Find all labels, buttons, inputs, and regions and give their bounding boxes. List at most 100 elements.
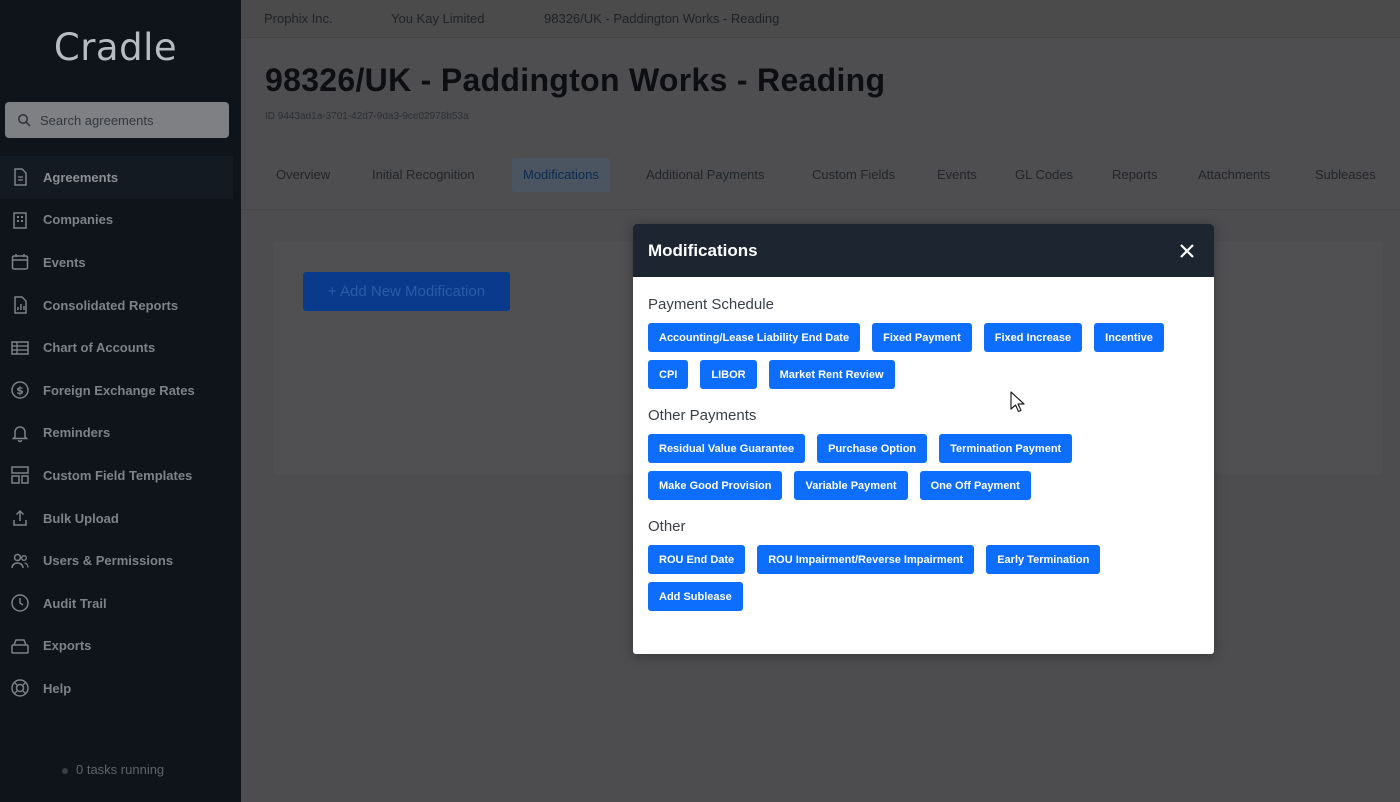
tasks-status: 0 tasks running [62,762,164,777]
sidebar-item-bulk-upload[interactable]: Bulk Upload [0,497,241,540]
modal-body: Payment Schedule Accounting/Lease Liabil… [633,277,1214,611]
add-sublease-button[interactable]: Add Sublease [648,582,743,611]
tab-custom-fields[interactable]: Custom Fields [801,158,906,192]
tab-events[interactable]: Events [926,158,988,192]
make-good-provision-button[interactable]: Make Good Provision [648,471,783,500]
section-payment-schedule: Payment Schedule Accounting/Lease Liabil… [648,296,1199,389]
variable-payment-button[interactable]: Variable Payment [794,471,908,500]
sidebar-item-label: Help [43,680,72,696]
close-button[interactable] [1176,240,1198,262]
mouse-cursor-icon [1010,391,1025,413]
accounting-lease-liability-end-date-button[interactable]: Accounting/Lease Liability End Date [648,323,861,352]
sidebar-item-reminders[interactable]: Reminders [0,412,241,455]
template-icon [11,466,29,485]
dollar-icon: $ [11,381,29,400]
breadcrumb: Prophix Inc. You Kay Limited 98326/UK - … [241,0,1400,38]
table-icon [11,340,29,355]
users-icon [11,553,29,568]
tab-additional-payments[interactable]: Additional Payments [635,158,776,192]
sidebar-item-label: Chart of Accounts [43,340,156,356]
breadcrumb-item[interactable]: Prophix Inc. [264,11,333,26]
sidebar-item-label: Events [43,254,86,270]
residual-value-guarantee-button[interactable]: Residual Value Guarantee [648,434,806,463]
section-other-payments: Other Payments Residual Value Guarantee … [648,407,1199,500]
building-icon [13,212,27,229]
tab-subleases[interactable]: Subleases [1304,158,1387,192]
section-title: Payment Schedule [648,296,774,313]
incentive-button[interactable]: Incentive [1094,323,1164,352]
sidebar-item-label: Bulk Upload [43,510,119,526]
tasks-status-text: 0 tasks running [76,762,165,777]
libor-button[interactable]: LIBOR [700,360,757,389]
page-id: ID 9443ad1a-3701-42d7-9da3-9ce02978b53a [265,111,469,122]
section-other: Other ROU End Date ROU Impairment/Revers… [648,518,1199,611]
sidebar-item-label: Exports [43,638,92,654]
svg-text:$: $ [16,384,24,397]
page-header: 98326/UK - Paddington Works - Reading ID… [241,38,1400,210]
purchase-option-button[interactable]: Purchase Option [817,434,928,463]
search-box[interactable] [5,102,229,138]
calendar-icon [11,254,29,271]
clock-icon [11,594,29,612]
sidebar-item-events[interactable]: Events [0,241,241,284]
breadcrumb-item[interactable]: 98326/UK - Paddington Works - Reading [544,11,779,26]
section-title: Other [648,518,686,535]
one-off-payment-button[interactable]: One Off Payment [919,471,1031,500]
button-group: ROU End Date ROU Impairment/Reverse Impa… [648,545,1188,611]
sidebar-item-exports[interactable]: Exports [0,625,241,668]
document-icon [14,168,27,187]
upload-icon [13,509,27,526]
sidebar-item-label: Custom Field Templates [43,467,193,483]
report-icon [14,296,27,314]
status-dot [62,767,68,774]
modal-title: Modifications [648,240,758,260]
sidebar-item-label: Foreign Exchange Rates [43,382,195,398]
sidebar-item-companies[interactable]: Companies [0,199,241,242]
close-icon [1180,243,1194,258]
sidebar-item-foreign-exchange-rates[interactable]: $ Foreign Exchange Rates [0,369,241,412]
modifications-modal: Modifications Payment Schedule Accountin… [633,224,1214,654]
sidebar-item-help[interactable]: Help [0,667,241,710]
bell-icon [11,426,29,443]
tab-initial-recognition[interactable]: Initial Recognition [361,158,486,192]
sidebar-item-label: Agreements [43,169,119,185]
sidebar-item-label: Reminders [43,425,111,441]
tab-gl-codes[interactable]: GL Codes [1004,158,1084,192]
sidebar-item-audit-trail[interactable]: Audit Trail [0,582,241,625]
archive-icon [11,639,29,654]
page-title: 98326/UK - Paddington Works - Reading [265,62,886,98]
termination-payment-button[interactable]: Termination Payment [939,434,1073,463]
button-group: Residual Value Guarantee Purchase Option… [648,434,1188,500]
lifebuoy-icon [11,679,29,698]
app-logo[interactable]: Cradle [0,26,231,69]
sidebar-item-label: Audit Trail [43,595,107,611]
search-icon [18,114,31,127]
early-termination-button[interactable]: Early Termination [986,545,1101,574]
section-title: Other Payments [648,407,757,424]
sidebar-item-consolidated-reports[interactable]: Consolidated Reports [0,284,241,327]
tab-reports[interactable]: Reports [1101,158,1169,192]
sidebar-item-chart-of-accounts[interactable]: Chart of Accounts [0,326,241,369]
sidebar: Cradle Agreements Companies Events Conso… [0,0,241,802]
sidebar-item-users-permissions[interactable]: Users & Permissions [0,539,241,582]
market-rent-review-button[interactable]: Market Rent Review [768,360,895,389]
rou-end-date-button[interactable]: ROU End Date [648,545,746,574]
breadcrumb-item[interactable]: You Kay Limited [391,11,484,26]
modal-header: Modifications [633,224,1214,277]
sidebar-nav: Agreements Companies Events Consolidated… [0,156,241,710]
search-input[interactable] [40,112,220,128]
fixed-increase-button[interactable]: Fixed Increase [983,323,1083,352]
rou-impairment-button[interactable]: ROU Impairment/Reverse Impairment [757,545,975,574]
sidebar-item-label: Users & Permissions [43,553,174,569]
sidebar-item-label: Consolidated Reports [43,297,179,313]
add-new-modification-button[interactable]: + Add New Modification [303,272,510,311]
sidebar-item-custom-field-templates[interactable]: Custom Field Templates [0,454,241,497]
sidebar-item-agreements[interactable]: Agreements [0,156,233,199]
fixed-payment-button[interactable]: Fixed Payment [872,323,972,352]
tab-attachments[interactable]: Attachments [1187,158,1281,192]
cpi-button[interactable]: CPI [648,360,689,389]
tab-modifications[interactable]: Modifications [512,158,610,192]
sidebar-item-label: Companies [43,212,114,228]
tab-overview[interactable]: Overview [265,158,341,192]
button-group: Accounting/Lease Liability End Date Fixe… [648,323,1188,389]
